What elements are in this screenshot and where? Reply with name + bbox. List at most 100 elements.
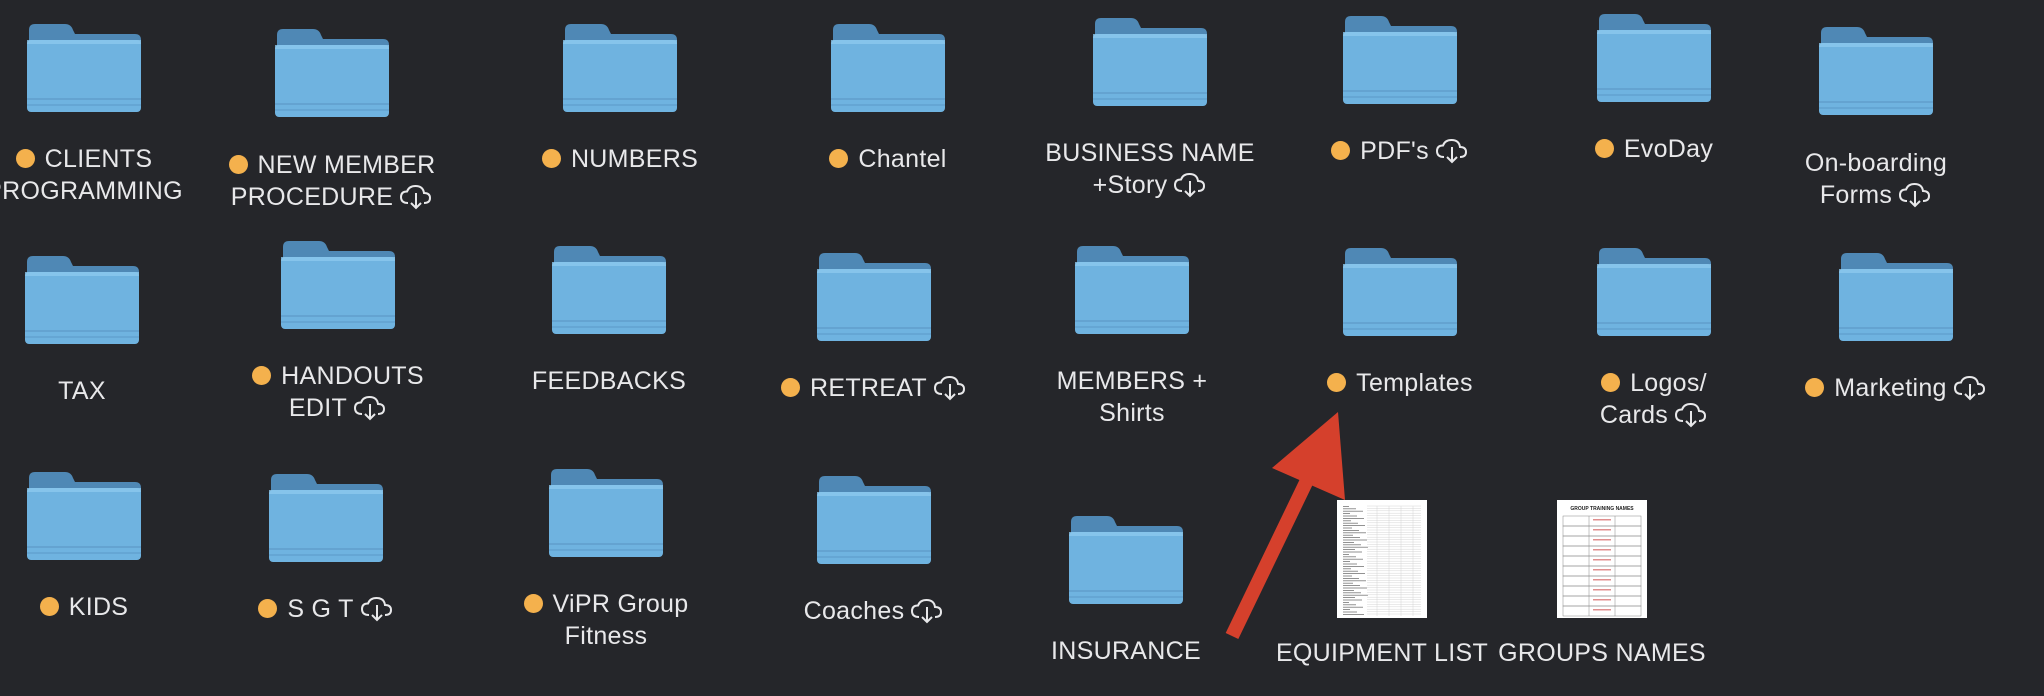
item-label-line: Fitness <box>476 620 736 652</box>
orange-tag-icon <box>1805 378 1825 397</box>
document-thumbnail-icon[interactable]: GROUP TRAINING NAMES <box>1557 500 1647 623</box>
orange-tag-icon <box>541 149 561 168</box>
item-label[interactable]: S G T <box>196 593 456 630</box>
item-label[interactable]: Logos/Cards <box>1524 367 1784 436</box>
item-label-line: FEEDBACKS <box>479 365 739 397</box>
folder-icon[interactable] <box>547 465 665 564</box>
item-label-line: Cards <box>1524 399 1784 436</box>
icloud-download-icon[interactable] <box>1173 172 1207 206</box>
icloud-download-icon[interactable] <box>1435 138 1469 172</box>
item-label-text: BUSINESS NAME <box>1045 139 1255 167</box>
item-label-text: NEW MEMBER <box>257 151 436 179</box>
item-label-line: KIDS <box>0 591 214 623</box>
orange-tag-icon <box>1601 373 1621 392</box>
item-label[interactable]: CLIENTS PROGRAMMING <box>0 143 214 207</box>
icloud-download-icon[interactable] <box>1898 182 1932 216</box>
item-label[interactable]: Chantel <box>758 143 1018 175</box>
item-label[interactable]: Coaches <box>744 595 1004 632</box>
folder-icon[interactable] <box>829 20 947 119</box>
item-label[interactable]: ViPR Group Fitness <box>476 588 736 652</box>
item-label-line: PROCEDURE <box>202 181 462 218</box>
icloud-download-icon[interactable] <box>353 395 387 429</box>
item-label[interactable]: RETREAT <box>744 372 1004 409</box>
item-label-line: EDIT <box>208 392 468 429</box>
folder-icon[interactable] <box>561 20 679 119</box>
item-label-line: PROGRAMMING <box>0 175 214 207</box>
item-label-text: INSURANCE <box>1051 637 1201 665</box>
item-label-text: Shirts <box>1099 399 1165 427</box>
item-label-line: Templates <box>1270 367 1530 399</box>
item-label-text: Chantel <box>858 145 947 173</box>
icloud-download-icon[interactable] <box>1953 375 1987 409</box>
folder-icon[interactable] <box>1091 14 1209 113</box>
item-label-text: On-boarding <box>1804 149 1948 177</box>
item-label-line: Forms <box>1746 179 2006 216</box>
item-label-text: Cards <box>1599 401 1669 429</box>
folder-icon[interactable] <box>279 237 397 336</box>
item-label-line: +Story <box>1020 169 1280 206</box>
item-label-text: EvoDay <box>1623 135 1714 163</box>
item-label-text: ViPR Group <box>552 590 689 618</box>
item-label-line: INSURANCE <box>996 635 1256 667</box>
item-label-text: Forms <box>1819 181 1893 209</box>
item-label-line: HANDOUTS <box>208 360 468 392</box>
icloud-download-icon[interactable] <box>399 184 433 218</box>
item-label[interactable]: TAX <box>0 375 212 407</box>
orange-tag-icon <box>1331 141 1351 160</box>
item-label-line: On-boarding <box>1746 147 2006 179</box>
folder-icon[interactable] <box>1817 23 1935 122</box>
item-label[interactable]: On-boarding Forms <box>1746 147 2006 216</box>
item-label[interactable]: NEW MEMBER PROCEDURE <box>202 149 462 218</box>
item-label[interactable]: MEMBERS + Shirts <box>1002 365 1262 429</box>
icloud-download-icon[interactable] <box>933 375 967 409</box>
orange-tag-icon <box>258 599 278 618</box>
item-label-line: RETREAT <box>744 372 1004 409</box>
item-label[interactable]: GROUPS NAMES <box>1472 637 1732 669</box>
orange-tag-icon <box>228 155 248 174</box>
item-label[interactable]: INSURANCE <box>996 635 1256 667</box>
folder-icon[interactable] <box>815 472 933 571</box>
orange-tag-icon <box>1327 373 1347 392</box>
folder-icon[interactable] <box>267 470 385 569</box>
orange-tag-icon <box>829 149 849 168</box>
item-label[interactable]: PDF's <box>1270 135 1530 172</box>
orange-tag-icon <box>1594 139 1614 158</box>
item-label-text: Fitness <box>564 622 648 650</box>
folder-icon[interactable] <box>1595 244 1713 343</box>
icloud-download-icon[interactable] <box>1674 402 1708 436</box>
item-label-text: Logos/ <box>1630 369 1707 397</box>
folder-icon[interactable] <box>1837 249 1955 348</box>
item-label-text: PROGRAMMING <box>0 177 183 205</box>
item-label[interactable]: BUSINESS NAME +Story <box>1020 137 1280 206</box>
folder-icon[interactable] <box>25 20 143 119</box>
item-label[interactable]: FEEDBACKS <box>479 365 739 397</box>
item-label-line: Marketing <box>1766 372 2026 409</box>
folder-icon[interactable] <box>1073 242 1191 341</box>
item-label[interactable]: KIDS <box>0 591 214 623</box>
item-label-line: PDF's <box>1270 135 1530 172</box>
item-label[interactable]: EvoDay <box>1524 133 1784 165</box>
folder-icon[interactable] <box>23 252 141 351</box>
folder-icon[interactable] <box>25 468 143 567</box>
item-label[interactable]: NUMBERS <box>490 143 750 175</box>
folder-icon[interactable] <box>550 242 668 341</box>
folder-icon[interactable] <box>1341 244 1459 343</box>
item-label[interactable]: Templates <box>1270 367 1530 399</box>
item-label-line: MEMBERS + <box>1002 365 1262 397</box>
folder-icon[interactable] <box>1341 12 1459 111</box>
item-label[interactable]: Marketing <box>1766 372 2026 409</box>
item-label-line: Coaches <box>744 595 1004 632</box>
folder-icon[interactable] <box>273 25 391 124</box>
document-thumbnail-icon[interactable] <box>1337 500 1427 623</box>
item-label-text: RETREAT <box>810 374 927 402</box>
folder-icon[interactable] <box>1067 512 1185 611</box>
item-label-text: +Story <box>1092 171 1168 199</box>
icloud-download-icon[interactable] <box>910 598 944 632</box>
folder-icon[interactable] <box>815 249 933 348</box>
item-label-line: ViPR Group <box>476 588 736 620</box>
item-label-line: TAX <box>0 375 212 407</box>
folder-icon[interactable] <box>1595 10 1713 109</box>
item-label[interactable]: HANDOUTS EDIT <box>208 360 468 429</box>
icloud-download-icon[interactable] <box>360 596 394 630</box>
item-label-text: KIDS <box>68 593 129 621</box>
